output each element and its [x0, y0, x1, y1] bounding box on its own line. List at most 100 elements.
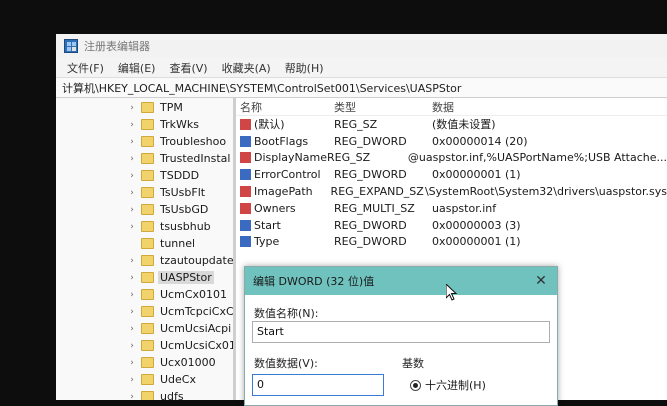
tree-item-label: TsUsbGD: [160, 203, 209, 216]
header-data[interactable]: 数据: [432, 99, 667, 115]
value-row[interactable]: (默认) REG_SZ (数值未设置): [236, 116, 667, 133]
chevron-right-icon[interactable]: ›: [128, 137, 136, 147]
chevron-right-icon[interactable]: ›: [128, 324, 136, 334]
folder-icon: [141, 357, 154, 368]
folder-icon: [141, 272, 154, 283]
value-row[interactable]: Owners REG_MULTI_SZ uaspstor.inf: [236, 200, 667, 217]
tree-item[interactable]: › UcmCx0101: [56, 286, 233, 303]
chevron-right-icon[interactable]: ›: [128, 273, 136, 283]
chevron-right-icon[interactable]: ›: [128, 341, 136, 351]
tree-item-label: UdeCx: [160, 373, 196, 386]
tree-item[interactable]: › udfs: [56, 388, 233, 400]
close-icon[interactable]: ✕: [533, 273, 549, 289]
tree-item[interactable]: › TSDDD: [56, 167, 233, 184]
value-type: REG_SZ: [327, 151, 371, 165]
tree-item[interactable]: › TsUsbGD: [56, 201, 233, 218]
regedit-icon: [64, 39, 78, 53]
tree-item[interactable]: › Troubleshoo: [56, 133, 233, 150]
chevron-right-icon[interactable]: ›: [128, 290, 136, 300]
tree-item-label: UASPStor: [158, 271, 214, 284]
string-value-icon: [240, 202, 251, 214]
chevron-right-icon[interactable]: ›: [128, 154, 136, 164]
folder-icon: [141, 374, 154, 385]
header-type[interactable]: 类型: [334, 99, 432, 115]
value-data-field[interactable]: 0: [252, 374, 384, 396]
tree-item[interactable]: › UcmTcpciCxC: [56, 303, 233, 320]
tree-item[interactable]: › UdeCx: [56, 371, 233, 388]
value-data: 0x00000001 (1): [432, 235, 521, 249]
chevron-right-icon[interactable]: ›: [128, 358, 136, 368]
chevron-right-icon[interactable]: ›: [128, 188, 136, 198]
window-title: 注册表编辑器: [84, 40, 150, 53]
dialog-title: 编辑 DWORD (32 位)值: [253, 275, 375, 288]
menu-file[interactable]: 文件(F): [60, 60, 111, 76]
tree-item-label: TsUsbFlt: [160, 186, 206, 199]
tree-item[interactable]: › TrkWks: [56, 116, 233, 133]
value-row[interactable]: Start REG_DWORD 0x00000003 (3): [236, 217, 667, 234]
folder-icon: [141, 187, 154, 198]
value-rows: (默认) REG_SZ (数值未设置) BootFlags REG_DWORD 0x000…: [236, 116, 667, 250]
menu-edit[interactable]: 编辑(E): [111, 60, 163, 76]
value-data: (数值未设置): [432, 118, 496, 132]
menu-favorites[interactable]: 收藏夹(A): [215, 60, 278, 76]
value-row[interactable]: Type REG_DWORD 0x00000001 (1): [236, 234, 667, 251]
binary-value-icon: [240, 135, 251, 147]
tree-item[interactable]: › TrustedInstal: [56, 150, 233, 167]
menu-help[interactable]: 帮助(H): [278, 60, 331, 76]
chevron-right-icon[interactable]: ›: [128, 375, 136, 385]
dialog-title-bar[interactable]: 编辑 DWORD (32 位)值 ✕: [245, 267, 557, 295]
key-tree[interactable]: › TPM › TrkWks › Troubleshoo › TrustedInstal › TS…: [56, 98, 236, 400]
tree-item-label: TSDDD: [160, 169, 200, 182]
value-row[interactable]: ErrorControl REG_DWORD 0x00000001 (1): [236, 166, 667, 183]
tree-item-label: Ucx01000: [160, 356, 216, 369]
folder-icon: [141, 170, 154, 181]
tree-item-label: TrkWks: [160, 118, 199, 131]
value-type: REG_EXPAND_SZ: [330, 185, 424, 199]
value-name: ErrorControl: [236, 168, 334, 181]
chevron-right-icon[interactable]: ›: [128, 120, 136, 130]
chevron-right-icon[interactable]: ›: [128, 171, 136, 181]
tree-item-label: tsusbhub: [160, 220, 211, 233]
value-data: uaspstor.inf: [432, 201, 497, 215]
chevron-right-icon[interactable]: ›: [128, 103, 136, 113]
menu-view[interactable]: 查看(V): [162, 60, 214, 76]
tree-item[interactable]: › UcmUcsiAcpi: [56, 320, 233, 337]
tree-item[interactable]: › tzautoupdate: [56, 252, 233, 269]
value-name-text: BootFlags: [254, 134, 309, 148]
address-bar[interactable]: 计算机\HKEY_LOCAL_MACHINE\SYSTEM\ControlSet…: [56, 78, 667, 98]
radio-hex[interactable]: 十六进制(H): [410, 377, 486, 393]
string-value-icon: [240, 118, 251, 130]
tree-item[interactable]: › TsUsbFlt: [56, 184, 233, 201]
header-name[interactable]: 名称: [236, 99, 334, 115]
tree-item-label: tunnel: [160, 237, 196, 250]
tree-item[interactable]: › TPM: [56, 99, 233, 116]
value-row[interactable]: BootFlags REG_DWORD 0x00000014 (20): [236, 133, 667, 150]
folder-icon: [141, 119, 154, 130]
tree-item-label: UcmUcsiAcpi: [160, 322, 232, 335]
chevron-right-icon[interactable]: ›: [128, 307, 136, 317]
value-name-field[interactable]: Start: [252, 321, 550, 343]
value-name-text: DisplayName: [254, 151, 327, 165]
value-name-text: (默认): [254, 118, 285, 132]
title-bar[interactable]: 注册表编辑器: [56, 34, 667, 58]
value-name: Owners: [236, 202, 334, 215]
value-name-text: ErrorControl: [254, 168, 321, 182]
tree-item[interactable]: › tsusbhub: [56, 218, 233, 235]
tree-item[interactable]: › Ucx01000: [56, 354, 233, 371]
tree-item[interactable]: › UcmUcsiCx01: [56, 337, 233, 354]
chevron-right-icon[interactable]: ›: [128, 256, 136, 266]
tree-item[interactable]: tunnel: [56, 235, 233, 252]
radio-selected-icon: [410, 379, 421, 391]
chevron-right-icon[interactable]: ›: [128, 205, 136, 215]
folder-icon: [141, 102, 154, 113]
value-name-text: ImagePath: [254, 185, 313, 199]
chevron-right-icon[interactable]: ›: [128, 222, 136, 232]
value-data: 0x00000003 (3): [432, 218, 521, 232]
tree-item[interactable]: › UASPStor: [56, 269, 233, 286]
string-value-icon: [240, 152, 251, 164]
value-row[interactable]: DisplayName REG_SZ @uaspstor.inf,%UASPortN…: [236, 150, 667, 167]
tree-item-label: TPM: [160, 101, 183, 114]
chevron-right-icon[interactable]: ›: [128, 392, 136, 401]
value-row[interactable]: ImagePath REG_EXPAND_SZ \SystemRoot\System…: [236, 183, 667, 200]
menu-bar: 文件(F) 编辑(E) 查看(V) 收藏夹(A) 帮助(H): [56, 58, 667, 78]
